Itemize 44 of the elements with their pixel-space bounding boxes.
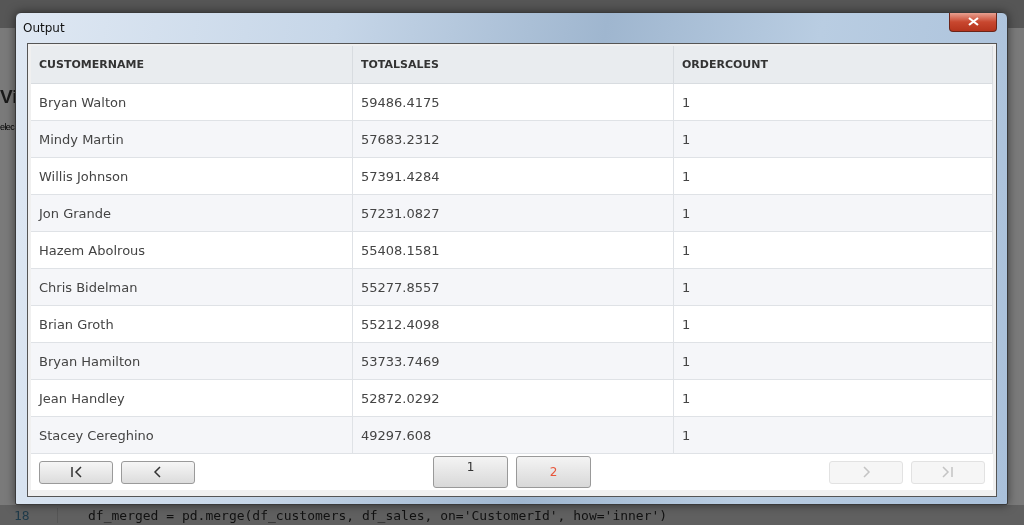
table-cell: Mindy Martin bbox=[31, 121, 353, 158]
table-cell: 1 bbox=[674, 343, 993, 380]
column-header[interactable]: CUSTOMERNAME bbox=[31, 46, 353, 84]
window-title: Output bbox=[23, 21, 65, 35]
column-header[interactable]: TOTALSALES bbox=[353, 46, 674, 84]
column-header[interactable]: ORDERCOUNT bbox=[674, 46, 993, 84]
table-cell: 1 bbox=[674, 306, 993, 343]
table-cell: 55212.4098 bbox=[353, 306, 674, 343]
code-line: df_merged = pd.merge(df_customers, df_sales, on='CustomerId', how='inner') bbox=[87, 507, 668, 523]
table-cell: Stacey Cereghino bbox=[31, 417, 353, 454]
table-cell: Willis Johnson bbox=[31, 158, 353, 195]
table-cell: 57683.2312 bbox=[353, 121, 674, 158]
page-subtitle: elec bbox=[0, 122, 16, 132]
table-cell: 1 bbox=[674, 417, 993, 454]
table-cell: 1 bbox=[674, 84, 993, 121]
page-button[interactable]: 1 bbox=[433, 456, 508, 488]
table-cell: 59486.4175 bbox=[353, 84, 674, 121]
table-cell: Hazem Abolrous bbox=[31, 232, 353, 269]
close-button[interactable] bbox=[949, 12, 997, 32]
table-cell: 1 bbox=[674, 269, 993, 306]
table-cell: Brian Groth bbox=[31, 306, 353, 343]
table-cell: Chris Bidelman bbox=[31, 269, 353, 306]
table-cell: 1 bbox=[674, 232, 993, 269]
table-cell: 55408.1581 bbox=[353, 232, 674, 269]
first-button[interactable] bbox=[39, 460, 113, 484]
table-cell: Jon Grande bbox=[31, 195, 353, 232]
table-cell: Bryan Hamilton bbox=[31, 343, 353, 380]
prev-button[interactable] bbox=[121, 460, 195, 484]
table-cell: 1 bbox=[674, 158, 993, 195]
close-icon bbox=[967, 17, 979, 26]
table-cell: 57391.4284 bbox=[353, 158, 674, 195]
table-cell: Jean Handley bbox=[31, 380, 353, 417]
table-cell: 52872.0292 bbox=[353, 380, 674, 417]
table-cell: 1 bbox=[674, 121, 993, 158]
table-cell: 55277.8557 bbox=[353, 269, 674, 306]
first-page-icon bbox=[69, 465, 83, 479]
table-cell: 1 bbox=[674, 195, 993, 232]
last-page-icon bbox=[941, 465, 955, 479]
table-cell: 57231.0827 bbox=[353, 195, 674, 232]
table-cell: 49297.608 bbox=[353, 417, 674, 454]
table-cell: 53733.7469 bbox=[353, 343, 674, 380]
table-cell: 1 bbox=[674, 380, 993, 417]
table-cell: Bryan Walton bbox=[31, 84, 353, 121]
line-number: 18 bbox=[0, 507, 58, 523]
